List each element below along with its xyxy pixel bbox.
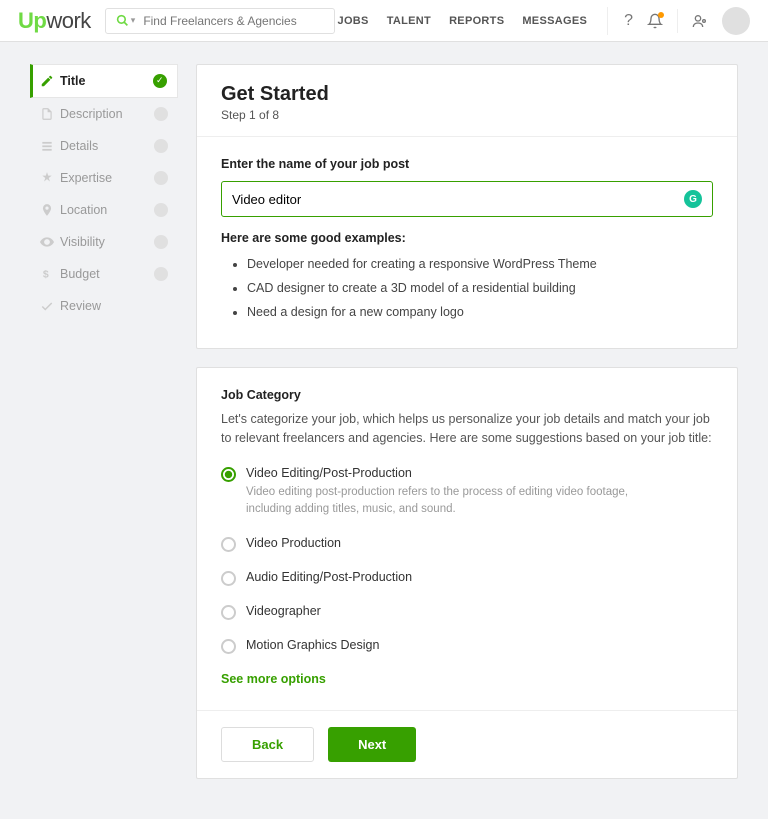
step-label: Location: [60, 203, 154, 217]
people-icon[interactable]: [692, 13, 708, 29]
sidebar-step-title[interactable]: Title: [30, 64, 178, 98]
status-dot: [154, 267, 168, 281]
logo-work: work: [46, 8, 90, 33]
help-icon[interactable]: ?: [624, 12, 633, 30]
sidebar-step-review[interactable]: Review: [30, 290, 178, 322]
examples-heading: Here are some good examples:: [221, 231, 713, 245]
sidebar-step-visibility[interactable]: Visibility: [30, 226, 178, 258]
expertise-icon: [40, 171, 60, 185]
see-more-link[interactable]: See more options: [221, 672, 713, 686]
option-label: Video Editing/Post-Production: [246, 466, 666, 480]
nav-messages[interactable]: MESSAGES: [522, 15, 587, 27]
option-label: Videographer: [246, 604, 321, 618]
job-title-input-wrap[interactable]: G: [221, 181, 713, 217]
radio-icon: [221, 467, 236, 482]
svg-text:$: $: [43, 269, 49, 281]
wizard-sidebar: Title Description Details Expertise Loca…: [30, 64, 178, 797]
panel-header: Get Started Step 1 of 8: [197, 65, 737, 137]
nav-links: JOBS TALENT REPORTS MESSAGES: [338, 15, 588, 27]
category-option-videographer[interactable]: Videographer: [221, 600, 713, 624]
option-label: Audio Editing/Post-Production: [246, 570, 412, 584]
content: Get Started Step 1 of 8 Enter the name o…: [196, 64, 738, 797]
option-desc: Video editing post-production refers to …: [246, 484, 666, 519]
example-item: Developer needed for creating a responsi…: [247, 253, 713, 277]
check-icon: [40, 299, 60, 313]
status-dot: [154, 203, 168, 217]
status-dot: [154, 139, 168, 153]
sidebar-step-location[interactable]: Location: [30, 194, 178, 226]
next-button[interactable]: Next: [328, 727, 416, 762]
nav-reports[interactable]: REPORTS: [449, 15, 504, 27]
category-desc: Let's categorize your job, which helps u…: [221, 410, 713, 448]
category-heading: Job Category: [221, 388, 713, 402]
check-icon: [153, 74, 167, 88]
radio-icon: [221, 571, 236, 586]
visibility-icon: [40, 235, 60, 249]
dollar-icon: $: [40, 267, 60, 281]
divider: [677, 9, 678, 33]
location-icon: [40, 203, 60, 217]
radio-icon: [221, 639, 236, 654]
category-option-motion-graphics[interactable]: Motion Graphics Design: [221, 634, 713, 658]
step-label: Expertise: [60, 171, 154, 185]
search-input[interactable]: [143, 14, 323, 28]
page-title: Get Started: [221, 83, 713, 106]
step-label: Details: [60, 139, 154, 153]
nav-talent[interactable]: TALENT: [387, 15, 431, 27]
logo[interactable]: Upwork: [18, 8, 91, 34]
examples-list: Developer needed for creating a responsi…: [221, 253, 713, 324]
back-button[interactable]: Back: [221, 727, 314, 762]
sidebar-step-expertise[interactable]: Expertise: [30, 162, 178, 194]
sidebar-step-details[interactable]: Details: [30, 130, 178, 162]
sidebar-step-budget[interactable]: $ Budget: [30, 258, 178, 290]
step-indicator: Step 1 of 8: [221, 108, 713, 122]
avatar[interactable]: [722, 7, 750, 35]
category-option-video-production[interactable]: Video Production: [221, 532, 713, 556]
logo-up: Up: [18, 8, 46, 33]
option-label: Video Production: [246, 536, 341, 550]
panel-footer: Back Next: [197, 710, 737, 778]
step-label: Budget: [60, 267, 154, 281]
option-label: Motion Graphics Design: [246, 638, 379, 652]
category-panel: Job Category Let's categorize your job, …: [196, 367, 738, 779]
category-options: Video Editing/Post-Production Video edit…: [221, 462, 713, 659]
radio-icon: [221, 537, 236, 552]
pencil-icon: [40, 74, 60, 88]
example-item: Need a design for a new company logo: [247, 301, 713, 325]
step-label: Review: [60, 299, 168, 313]
category-option-audio-editing[interactable]: Audio Editing/Post-Production: [221, 566, 713, 590]
sidebar-step-description[interactable]: Description: [30, 98, 178, 130]
example-item: CAD designer to create a 3D model of a r…: [247, 277, 713, 301]
status-dot: [154, 235, 168, 249]
grammarly-icon[interactable]: G: [684, 190, 702, 208]
title-panel: Get Started Step 1 of 8 Enter the name o…: [196, 64, 738, 349]
category-option-video-editing[interactable]: Video Editing/Post-Production Video edit…: [221, 462, 713, 523]
bell-icon[interactable]: [647, 13, 663, 29]
step-label: Description: [60, 107, 154, 121]
job-title-label: Enter the name of your job post: [221, 157, 713, 171]
search-icon: [116, 14, 129, 27]
job-title-input[interactable]: [232, 192, 684, 207]
step-label: Title: [60, 74, 153, 88]
list-icon: [40, 139, 60, 153]
nav-jobs[interactable]: JOBS: [338, 15, 369, 27]
search-box[interactable]: ▾: [105, 8, 335, 34]
status-dot: [154, 107, 168, 121]
step-label: Visibility: [60, 235, 154, 249]
radio-icon: [221, 605, 236, 620]
chevron-down-icon[interactable]: ▾: [131, 15, 136, 26]
document-icon: [40, 107, 60, 121]
header-icons: ?: [607, 7, 750, 35]
status-dot: [154, 171, 168, 185]
top-header: Upwork ▾ JOBS TALENT REPORTS MESSAGES ?: [0, 0, 768, 42]
